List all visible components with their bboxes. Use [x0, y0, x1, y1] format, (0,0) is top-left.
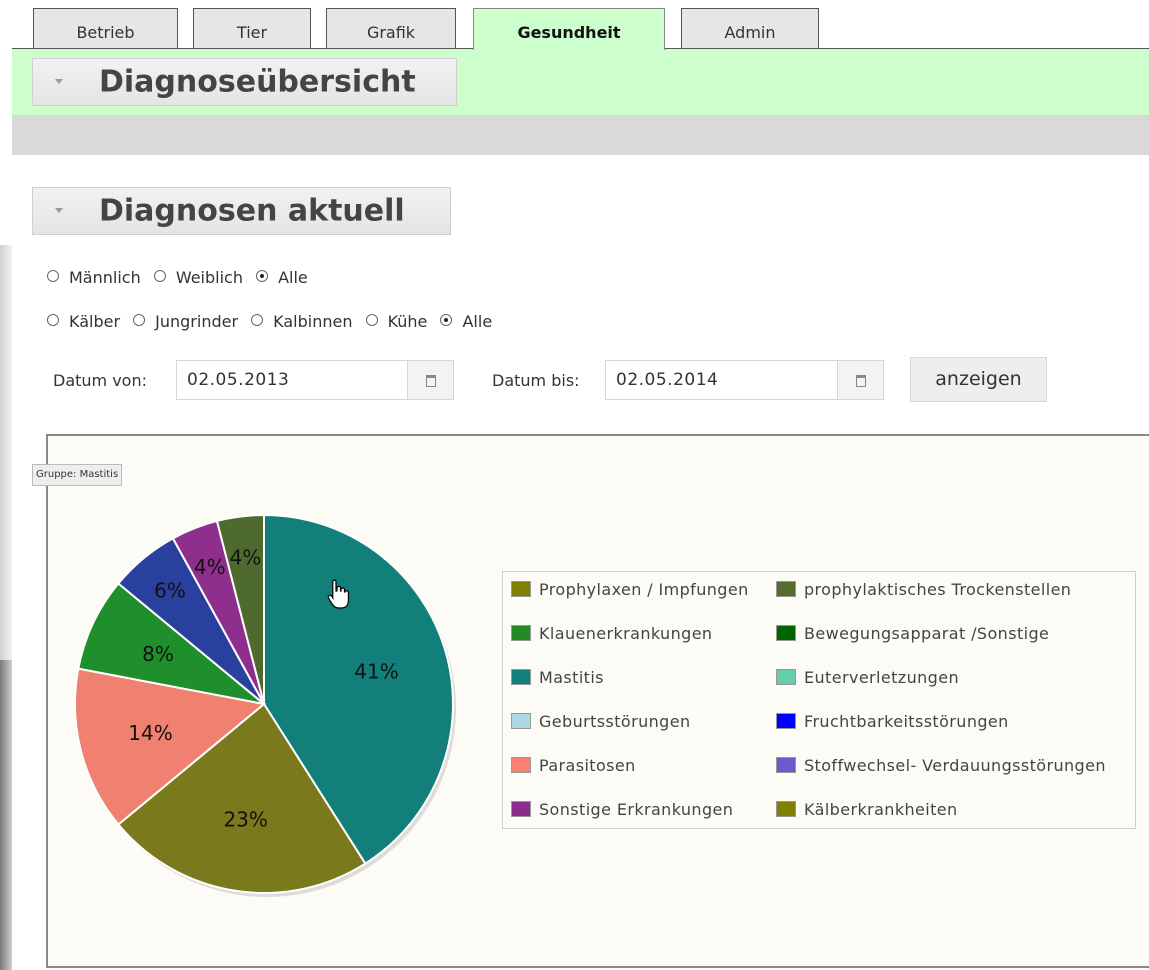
legend-label: prophylaktisches Trockenstellen — [804, 580, 1072, 599]
legend-label: Sonstige Erkrankungen — [539, 800, 734, 819]
legend-swatch — [511, 668, 531, 685]
legend-label: Bewegungsapparat /Sonstige — [804, 624, 1050, 643]
legend-swatch — [511, 580, 531, 597]
legend-item: Prophylaxen / Impfungen — [511, 580, 749, 599]
legend-item: Geburtsstörungen — [511, 712, 691, 731]
legend-item: Euterverletzungen — [776, 668, 959, 687]
pie-slice-label: 4% — [194, 555, 226, 579]
legend-swatch — [776, 800, 796, 817]
legend-swatch — [776, 580, 796, 597]
legend-label: Stoffwechsel- Verdauungsstörungen — [804, 756, 1106, 775]
pie-slice-label: 23% — [223, 808, 267, 832]
pie-slice-label: 8% — [142, 642, 174, 666]
legend-label: Mastitis — [539, 668, 604, 687]
chart-tooltip: Gruppe: Mastitis — [32, 464, 123, 486]
pie-slice-label: 41% — [354, 659, 398, 683]
legend-item: Fruchtbarkeitsstörungen — [776, 712, 1009, 731]
pie-slice-label: 6% — [154, 578, 186, 602]
legend-swatch — [511, 712, 531, 729]
legend-item: Kälberkrankheiten — [776, 800, 958, 819]
pie-slice-label: 14% — [128, 721, 172, 745]
legend-swatch — [776, 756, 796, 773]
legend-swatch — [776, 712, 796, 729]
pie-slice-label: 4% — [230, 546, 262, 570]
legend-item: Sonstige Erkrankungen — [511, 800, 733, 819]
legend-label: Prophylaxen / Impfungen — [539, 580, 749, 599]
legend-item: Stoffwechsel- Verdauungsstörungen — [776, 756, 1106, 775]
legend-item: Bewegungsapparat /Sonstige — [776, 624, 1049, 643]
legend-swatch — [511, 800, 531, 817]
legend-label: Euterverletzungen — [804, 668, 960, 687]
hand-cursor-icon — [327, 579, 349, 609]
legend-label: Kälberkrankheiten — [804, 800, 958, 819]
legend-swatch — [776, 624, 796, 641]
legend-label: Fruchtbarkeitsstörungen — [804, 712, 1009, 731]
legend-item: Mastitis — [511, 668, 604, 687]
legend-swatch — [511, 756, 531, 773]
legend-item: Parasitosen — [511, 756, 636, 775]
tab-admin[interactable]: Admin — [681, 8, 819, 48]
legend-label: Parasitosen — [539, 756, 636, 775]
legend-swatch — [776, 668, 796, 685]
legend-label: Klauenerkrankungen — [539, 624, 713, 643]
legend-label: Geburtsstörungen — [539, 712, 691, 731]
tab-gesundheit[interactable]: Gesundheit — [473, 8, 665, 50]
legend-item: Klauenerkrankungen — [511, 624, 712, 643]
chart-legend: Prophylaxen / Impfungen prophylaktisches … — [502, 571, 1136, 829]
legend-swatch — [511, 624, 531, 641]
legend-item: prophylaktisches Trockenstellen — [776, 580, 1071, 599]
